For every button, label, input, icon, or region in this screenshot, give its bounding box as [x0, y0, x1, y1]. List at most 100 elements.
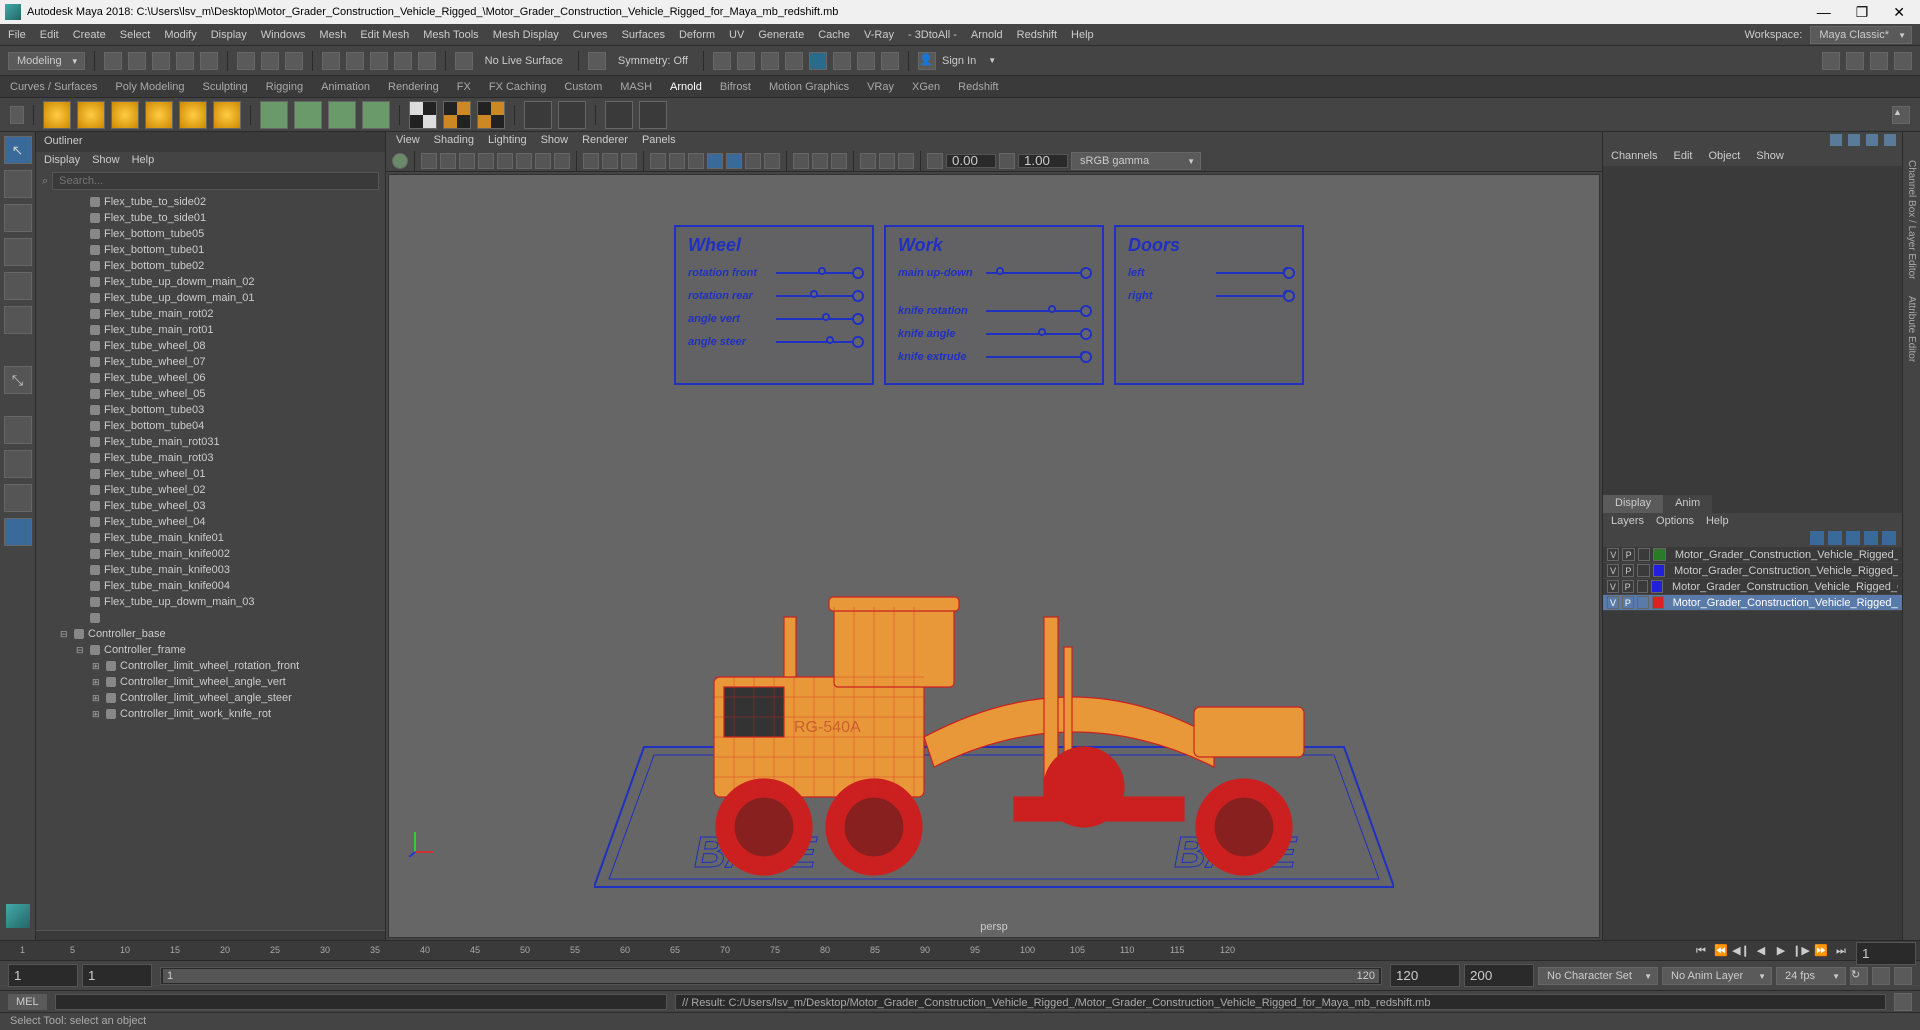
- four-pane-icon[interactable]: [4, 450, 32, 478]
- door-left-slider[interactable]: .rig-slider:nth-of-type(1)::after{left:9…: [1216, 272, 1290, 274]
- layers-menu-help[interactable]: Help: [1706, 515, 1729, 527]
- checker-icon[interactable]: [409, 101, 437, 129]
- vp-ao-icon[interactable]: [860, 153, 876, 169]
- menu-redshift[interactable]: Redshift: [1017, 29, 1057, 41]
- layer-row[interactable]: VPMotor_Grader_Construction_Vehicle_Rigg…: [1603, 595, 1902, 611]
- vp-select-cam-icon[interactable]: [392, 153, 408, 169]
- maximize-button[interactable]: ❐: [1856, 4, 1869, 21]
- shelf-tab-motiongraphics[interactable]: Motion Graphics: [769, 81, 849, 93]
- tree-item[interactable]: Flex_tube_main_rot03: [36, 450, 385, 466]
- tree-item[interactable]: Flex_bottom_tube04: [36, 418, 385, 434]
- outliner-menu-show[interactable]: Show: [92, 154, 120, 168]
- shelf-tab-rendering[interactable]: Rendering: [388, 81, 439, 93]
- anim-start-field[interactable]: [8, 964, 78, 987]
- work-main-slider[interactable]: .rig-slider:nth-of-type(1)::after{left:1…: [986, 272, 1090, 274]
- last-tool-icon[interactable]: ⤡: [4, 366, 32, 394]
- snap-curve-icon[interactable]: [346, 52, 364, 70]
- ui-layout-icon[interactable]: [1846, 52, 1864, 70]
- shelf-tab-bifrost[interactable]: Bifrost: [720, 81, 751, 93]
- attribute-editor-tab[interactable]: Attribute Editor: [1904, 288, 1919, 370]
- go-end-icon[interactable]: ⏭: [1832, 942, 1850, 960]
- render-icon[interactable]: [737, 52, 755, 70]
- command-input[interactable]: [55, 994, 667, 1010]
- vp-film-icon[interactable]: [602, 153, 618, 169]
- layers-menu-layers[interactable]: Layers: [1611, 515, 1644, 527]
- vp-xray2-icon[interactable]: [831, 153, 847, 169]
- menu-cache[interactable]: Cache: [818, 29, 850, 41]
- cb-menu-edit[interactable]: Edit: [1673, 150, 1692, 164]
- tree-item[interactable]: Flex_tube_wheel_05: [36, 386, 385, 402]
- physical-sky-icon[interactable]: [213, 101, 241, 129]
- hypershade-icon[interactable]: [833, 52, 851, 70]
- vp-icon[interactable]: [421, 153, 437, 169]
- paint-tool-icon[interactable]: [4, 204, 32, 232]
- work-knife-angle-slider[interactable]: .rig-slider:nth-of-type(1)::after{left:5…: [986, 333, 1090, 335]
- vp-menu-show[interactable]: Show: [541, 134, 569, 148]
- menu-arnold[interactable]: Arnold: [971, 29, 1003, 41]
- step-back-key-icon[interactable]: ⏪: [1712, 942, 1730, 960]
- menu-edit[interactable]: Edit: [40, 29, 59, 41]
- shelf-menu-icon[interactable]: [10, 106, 24, 124]
- wheel-rot-rear-slider[interactable]: .rig-slider:nth-of-type(1)::after{left:4…: [776, 295, 860, 297]
- rp-icon[interactable]: [1830, 134, 1842, 146]
- playblast-icon[interactable]: [881, 52, 899, 70]
- layer-btn-icon[interactable]: [1810, 531, 1824, 545]
- shelf-tab-redshift[interactable]: Redshift: [958, 81, 998, 93]
- script-editor-icon[interactable]: [1894, 993, 1912, 1011]
- vp-shadows-icon[interactable]: [764, 153, 780, 169]
- skydome-icon[interactable]: [43, 101, 71, 129]
- rp-icon[interactable]: [1848, 134, 1860, 146]
- tree-item[interactable]: Flex_bottom_tube01: [36, 242, 385, 258]
- tree-item[interactable]: Flex_bottom_tube02: [36, 258, 385, 274]
- tree-item[interactable]: Flex_bottom_tube05: [36, 226, 385, 242]
- symmetry-icon[interactable]: [588, 52, 606, 70]
- time-slider[interactable]: ⏮ ⏪ ◀❙ ◀ ▶ ❙▶ ⏩ ⏭ 1510152025303540455055…: [0, 940, 1920, 960]
- layer-btn-icon[interactable]: [1828, 531, 1842, 545]
- vp-shaded-icon[interactable]: [707, 153, 723, 169]
- rotate-tool-icon[interactable]: [4, 272, 32, 300]
- tree-item[interactable]: Flex_tube_main_rot01: [36, 322, 385, 338]
- layer-btn-icon[interactable]: [1846, 531, 1860, 545]
- snap-plane-icon[interactable]: [394, 52, 412, 70]
- work-knife-extrude-slider[interactable]: .rig-slider:nth-of-type(1)::after{left:9…: [986, 356, 1090, 358]
- autokey-icon[interactable]: [1872, 967, 1890, 985]
- wheel-angle-vert-slider[interactable]: .rig-slider:nth-of-type(1)::after{left:5…: [776, 318, 860, 320]
- vp-xray-icon[interactable]: [812, 153, 828, 169]
- signin-label[interactable]: Sign In: [942, 55, 976, 67]
- vp-icon[interactable]: [516, 153, 532, 169]
- step-fwd-key-icon[interactable]: ⏩: [1812, 942, 1830, 960]
- vp-exposure-field[interactable]: [946, 154, 996, 168]
- tree-item[interactable]: ⊟Controller_base: [36, 626, 385, 642]
- shelf-tab-xgen[interactable]: XGen: [912, 81, 940, 93]
- layer-row[interactable]: VPMotor_Grader_Construction_Vehicle_Rigg…: [1603, 563, 1902, 579]
- checker2-icon[interactable]: [443, 101, 471, 129]
- menu-editmesh[interactable]: Edit Mesh: [360, 29, 409, 41]
- render-globals-icon[interactable]: [809, 52, 827, 70]
- fps-dropdown[interactable]: 24 fps: [1776, 967, 1846, 985]
- cb-menu-show[interactable]: Show: [1756, 150, 1784, 164]
- vp-menu-renderer[interactable]: Renderer: [582, 134, 628, 148]
- shelf-tab-polymodeling[interactable]: Poly Modeling: [115, 81, 184, 93]
- vp-icon[interactable]: [478, 153, 494, 169]
- work-knife-rot-slider[interactable]: .rig-slider:nth-of-type(1)::after{left:6…: [986, 310, 1090, 312]
- shelf-tab-fxcaching[interactable]: FX Caching: [489, 81, 546, 93]
- shelf-up-icon[interactable]: ▲: [1892, 106, 1910, 124]
- vp-icon[interactable]: [497, 153, 513, 169]
- vp-exposure-icon[interactable]: [927, 153, 943, 169]
- tree-item[interactable]: Flex_tube_main_rot031: [36, 434, 385, 450]
- shelf-tab-rigging[interactable]: Rigging: [266, 81, 303, 93]
- shelf-tab-vray[interactable]: VRay: [867, 81, 894, 93]
- vp-gate-icon[interactable]: [621, 153, 637, 169]
- single-pane-icon[interactable]: [4, 416, 32, 444]
- menu-generate[interactable]: Generate: [758, 29, 804, 41]
- tree-item[interactable]: Flex_bottom_tube03: [36, 402, 385, 418]
- menu-curves[interactable]: Curves: [573, 29, 608, 41]
- tab-anim[interactable]: Anim: [1663, 495, 1712, 513]
- anim-end-field[interactable]: [1464, 964, 1534, 987]
- menu-meshtools[interactable]: Mesh Tools: [423, 29, 478, 41]
- vp-menu-shading[interactable]: Shading: [434, 134, 474, 148]
- vp-res-icon[interactable]: [650, 153, 666, 169]
- tree-item[interactable]: Flex_tube_up_dowm_main_01: [36, 290, 385, 306]
- vp-motion-icon[interactable]: [879, 153, 895, 169]
- photometric-icon[interactable]: [145, 101, 173, 129]
